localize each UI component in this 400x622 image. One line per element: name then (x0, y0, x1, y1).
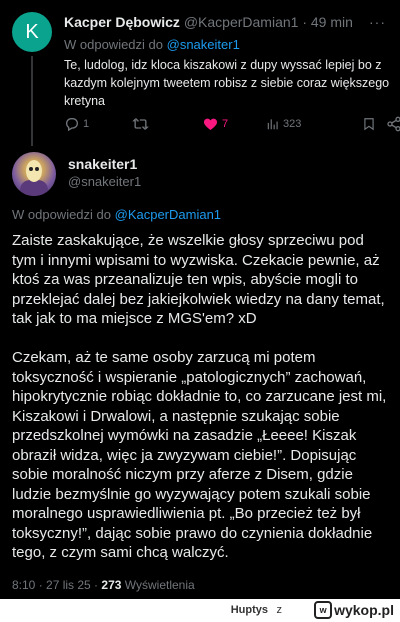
reply-to-link[interactable]: @KacperDamian1 (115, 207, 221, 222)
bookmark-icon (364, 118, 374, 131)
bookmark-button[interactable] (362, 116, 376, 132)
separator: · (302, 14, 307, 30)
avatar-face (26, 160, 42, 182)
tweet-text: Te, ludolog, idz kloca kiszakowi z dupy … (64, 58, 390, 108)
avatar[interactable]: K (12, 12, 52, 52)
avatar[interactable] (12, 152, 56, 196)
analytics-icon (267, 119, 278, 130)
like-button[interactable]: 7 (202, 116, 228, 132)
share-icon (387, 116, 400, 132)
tweet-paragraph: Czekam, aż te same osoby zarzucą mi pote… (12, 349, 387, 561)
author-name[interactable]: Kacper Dębowicz (64, 14, 180, 30)
author-name[interactable]: snakeiter1 (68, 156, 137, 172)
reply-prefix: W odpowiedzi do (12, 207, 111, 222)
views-button[interactable]: 323 (266, 117, 301, 131)
reply-prefix: W odpowiedzi do (64, 37, 163, 52)
author-handle[interactable]: @snakeiter1 (68, 174, 141, 189)
reply-icon (66, 118, 78, 132)
uploader-prefix: z (276, 604, 283, 616)
reply-context: W odpowiedzi do @snakeiter1 (64, 37, 240, 52)
retweet-button[interactable] (132, 116, 149, 132)
uploader-name: Huptys (230, 604, 268, 616)
tweet-paragraph: Zaiste zaskakujące, że wszelkie głosy sp… (12, 232, 385, 327)
wykop-logo: w wykop.pl (314, 601, 394, 619)
heart-icon (203, 118, 218, 130)
watermark-bar: Huptys z w wykop.pl (0, 599, 400, 622)
views-count: 273 (101, 578, 122, 592)
tweet-parent[interactable]: K Kacper Dębowicz @KacperDamian1 · 49 mi… (0, 0, 400, 146)
avatar-eye (29, 167, 33, 171)
views-label: Wyświetlenia (124, 578, 195, 592)
tweet-header: Kacper Dębowicz @KacperDamian1 · 49 min (64, 14, 360, 30)
timestamp[interactable]: 8:10 · 27 lis 25 · (12, 578, 98, 592)
action-bar: 1 7 323 (64, 114, 400, 134)
tweet-text: Zaiste zaskakujące, że wszelkie głosy sp… (12, 231, 392, 563)
thread-line (31, 56, 33, 146)
wykop-logo-icon: w (314, 601, 333, 619)
avatar-letter: K (25, 20, 39, 43)
retweet-icon (132, 118, 149, 130)
reply-context: W odpowiedzi do @KacperDamian1 (12, 207, 221, 222)
views-count: 323 (283, 118, 302, 130)
reply-to-link[interactable]: @snakeiter1 (167, 37, 240, 52)
like-count: 7 (222, 118, 229, 130)
author-handle[interactable]: @KacperDamian1 (184, 14, 299, 30)
tweet-meta: 8:10 · 27 lis 25 · 273 Wyświetlenia (12, 578, 195, 592)
avatar-eye (35, 167, 39, 171)
timestamp[interactable]: 49 min (311, 14, 353, 30)
reply-count: 1 (83, 118, 90, 130)
wykop-logo-text: wykop.pl (334, 602, 394, 618)
share-button[interactable] (386, 116, 400, 132)
reply-button[interactable]: 1 (64, 116, 89, 132)
avatar-body (20, 180, 48, 196)
more-options-icon[interactable]: ··· (369, 14, 386, 30)
